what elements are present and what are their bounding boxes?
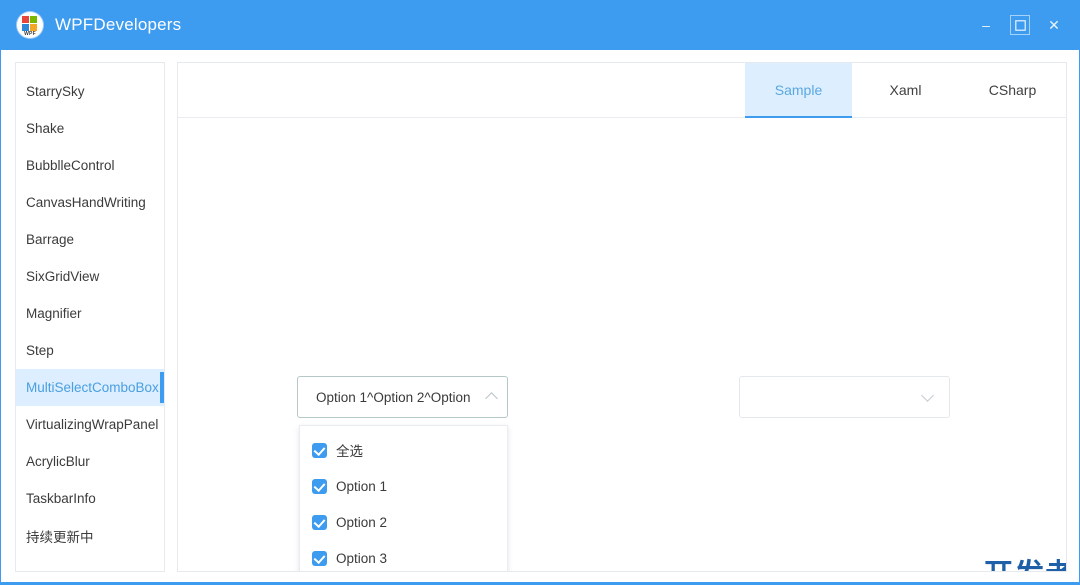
sidebar-item-label: VirtualizingWrapPanel [26, 417, 159, 432]
dropdown-item-label: Option 2 [336, 514, 388, 530]
sidebar-nav-list: StarrySky Shake BubblleControl CanvasHandWr… [16, 63, 164, 554]
tab-label: CSharp [988, 82, 1037, 98]
sidebar-item-label: 持续更新中 [26, 529, 94, 545]
dropdown-item[interactable]: 全选 [300, 432, 507, 468]
sidebar-item-label: AcrylicBlur [26, 454, 90, 469]
dropdown-item-label: Option 3 [336, 550, 388, 566]
sidebar-item-label: StarrySky [26, 84, 85, 99]
logo-square-green [30, 16, 37, 23]
chevron-down-icon [921, 390, 935, 404]
devze-watermark: 开发者 DevZe.CoM [933, 561, 1066, 572]
sidebar-item-label: MultiSelectComboBox [26, 380, 159, 395]
dropdown-item-label: 全选 [336, 444, 363, 459]
wechat-icon [707, 572, 737, 573]
tab-label: Xaml [889, 82, 922, 98]
sidebar-item-label: SixGridView [26, 269, 100, 284]
minimize-button[interactable]: – [969, 8, 1003, 42]
devze-watermark-cn: 开发者 [933, 561, 1066, 572]
wpf-logo-icon: WPF [17, 12, 43, 38]
sidebar-item-[interactable]: 持续更新中 [16, 517, 164, 554]
tab-xaml[interactable]: Xaml [852, 63, 959, 117]
sidebar-item-label: TaskbarInfo [26, 491, 96, 506]
checkbox-checked-icon[interactable] [312, 550, 327, 566]
sidebar-item-taskbarinfo[interactable]: TaskbarInfo [16, 480, 164, 517]
sidebar-item-shake[interactable]: Shake [16, 110, 164, 147]
dropdown-item[interactable]: Option 3 [300, 540, 507, 571]
plain-combobox[interactable] [739, 376, 950, 418]
window-controls: – ✕ [969, 0, 1079, 50]
sidebar-item-acrylicblur[interactable]: AcrylicBlur [16, 443, 164, 480]
sidebar-item-virtualizingwrappanel[interactable]: VirtualizingWrapPanel [16, 406, 164, 443]
chevron-up-icon [485, 390, 499, 404]
sidebar-item-magnifier[interactable]: Magnifier [16, 295, 164, 332]
sidebar-item-barrage[interactable]: Barrage [16, 221, 164, 258]
multiselect-combobox[interactable]: Option 1^Option 2^Option [297, 376, 508, 418]
sidebar-item-label: CanvasHandWriting [26, 195, 146, 210]
tab-csharp[interactable]: CSharp [959, 63, 1066, 117]
dropdown-item-label: Option 1 [336, 478, 388, 494]
multiselect-dropdown[interactable]: 全选Option 1Option 2Option 3Option 4Option… [299, 425, 508, 571]
sidebar-item-label: BubblleControl [26, 158, 115, 173]
logo-square-blue [22, 24, 29, 31]
sidebar-item-label: Shake [26, 121, 65, 136]
maximize-button[interactable] [1003, 8, 1037, 42]
wechat-watermark: 微信号：WPFDeveloper [707, 568, 961, 573]
main-panel: Sample Xaml CSharp Option 1^Option 2^Optio… [177, 62, 1067, 572]
sample-canvas: Option 1^Option 2^Option 全选 Option 1 Optio… [178, 118, 1066, 573]
checkbox-checked-icon[interactable] [312, 442, 327, 458]
tab-label: Sample [774, 82, 823, 98]
checkbox-checked-icon[interactable] [312, 514, 327, 530]
sidebar-item-label: Step [26, 343, 54, 358]
app-title: WPFDevelopers [55, 15, 182, 34]
app-window: WPF WPFDevelopers – ✕ StarrySky Shake Bubb… [0, 0, 1080, 585]
sidebar-item-label: Barrage [26, 232, 75, 247]
sidebar-item-canvashandwriting[interactable]: CanvasHandWriting [16, 184, 164, 221]
maximize-icon [1014, 19, 1026, 31]
close-button[interactable]: ✕ [1037, 8, 1071, 42]
sidebar-item-sixgridview[interactable]: SixGridView [16, 258, 164, 295]
logo-square-red [22, 16, 29, 23]
checkbox-checked-icon[interactable] [312, 478, 327, 494]
sidebar: StarrySky Shake BubblleControl CanvasHandWr… [15, 62, 165, 572]
multiselect-combobox-value: Option 1^Option 2^Option [316, 389, 471, 405]
sidebar-item-starrysky[interactable]: StarrySky [16, 73, 164, 110]
wechat-watermark-text: 微信号：WPFDeveloper [745, 568, 961, 571]
logo-wpf-text: WPF [24, 31, 36, 37]
dropdown-item[interactable]: Option 2 [300, 504, 507, 540]
sidebar-item-multiselectcombobox[interactable]: MultiSelectComboBox [16, 369, 164, 406]
body-area: StarrySky Shake BubblleControl CanvasHandWr… [1, 50, 1079, 582]
sidebar-item-label: Magnifier [26, 306, 82, 321]
sidebar-item-step[interactable]: Step [16, 332, 164, 369]
logo-square-yellow [30, 24, 37, 31]
title-bar: WPF WPFDevelopers – ✕ [1, 0, 1079, 50]
tab-sample[interactable]: Sample [745, 63, 852, 118]
dropdown-item[interactable]: Option 1 [300, 468, 507, 504]
tab-strip: Sample Xaml CSharp [178, 63, 1066, 118]
sidebar-item-bubbllecontrol[interactable]: BubblleControl [16, 147, 164, 184]
